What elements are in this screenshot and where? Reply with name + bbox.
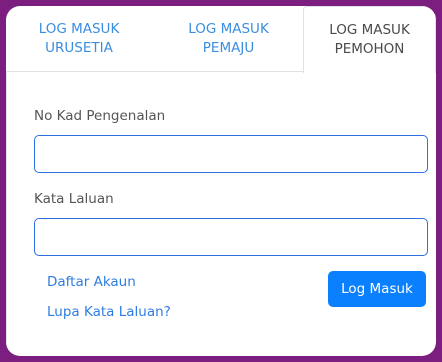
tab-pemohon[interactable]: LOG MASUK PEMOHON xyxy=(303,6,436,73)
login-tabs: LOG MASUK URUSETIA LOG MASUK PEMAJU LOG … xyxy=(6,6,436,73)
tab-urusetia-line1: LOG MASUK xyxy=(38,21,120,37)
password-input[interactable] xyxy=(34,218,428,256)
tab-pemaju-line1: LOG MASUK xyxy=(188,21,269,37)
id-number-label: No Kad Pengenalan xyxy=(34,108,166,124)
tab-urusetia[interactable]: LOG MASUK URUSETIA xyxy=(8,6,150,72)
tab-pemohon-line2: PEMOHON xyxy=(334,41,405,57)
id-number-input[interactable] xyxy=(34,135,428,173)
tab-pemaju[interactable]: LOG MASUK PEMAJU xyxy=(156,6,301,72)
panel-border xyxy=(6,72,7,356)
register-account-link[interactable]: Daftar Akaun xyxy=(47,274,136,290)
login-card: LOG MASUK URUSETIA LOG MASUK PEMAJU LOG … xyxy=(6,6,436,356)
tab-pemaju-line2: PEMAJU xyxy=(202,40,255,56)
tab-pemohon-line1: LOG MASUK xyxy=(329,22,410,38)
login-button[interactable]: Log Masuk xyxy=(328,271,426,307)
forgot-password-link[interactable]: Lupa Kata Laluan? xyxy=(47,304,171,320)
password-label: Kata Laluan xyxy=(34,191,114,207)
tab-urusetia-line2: URUSETIA xyxy=(45,40,113,56)
